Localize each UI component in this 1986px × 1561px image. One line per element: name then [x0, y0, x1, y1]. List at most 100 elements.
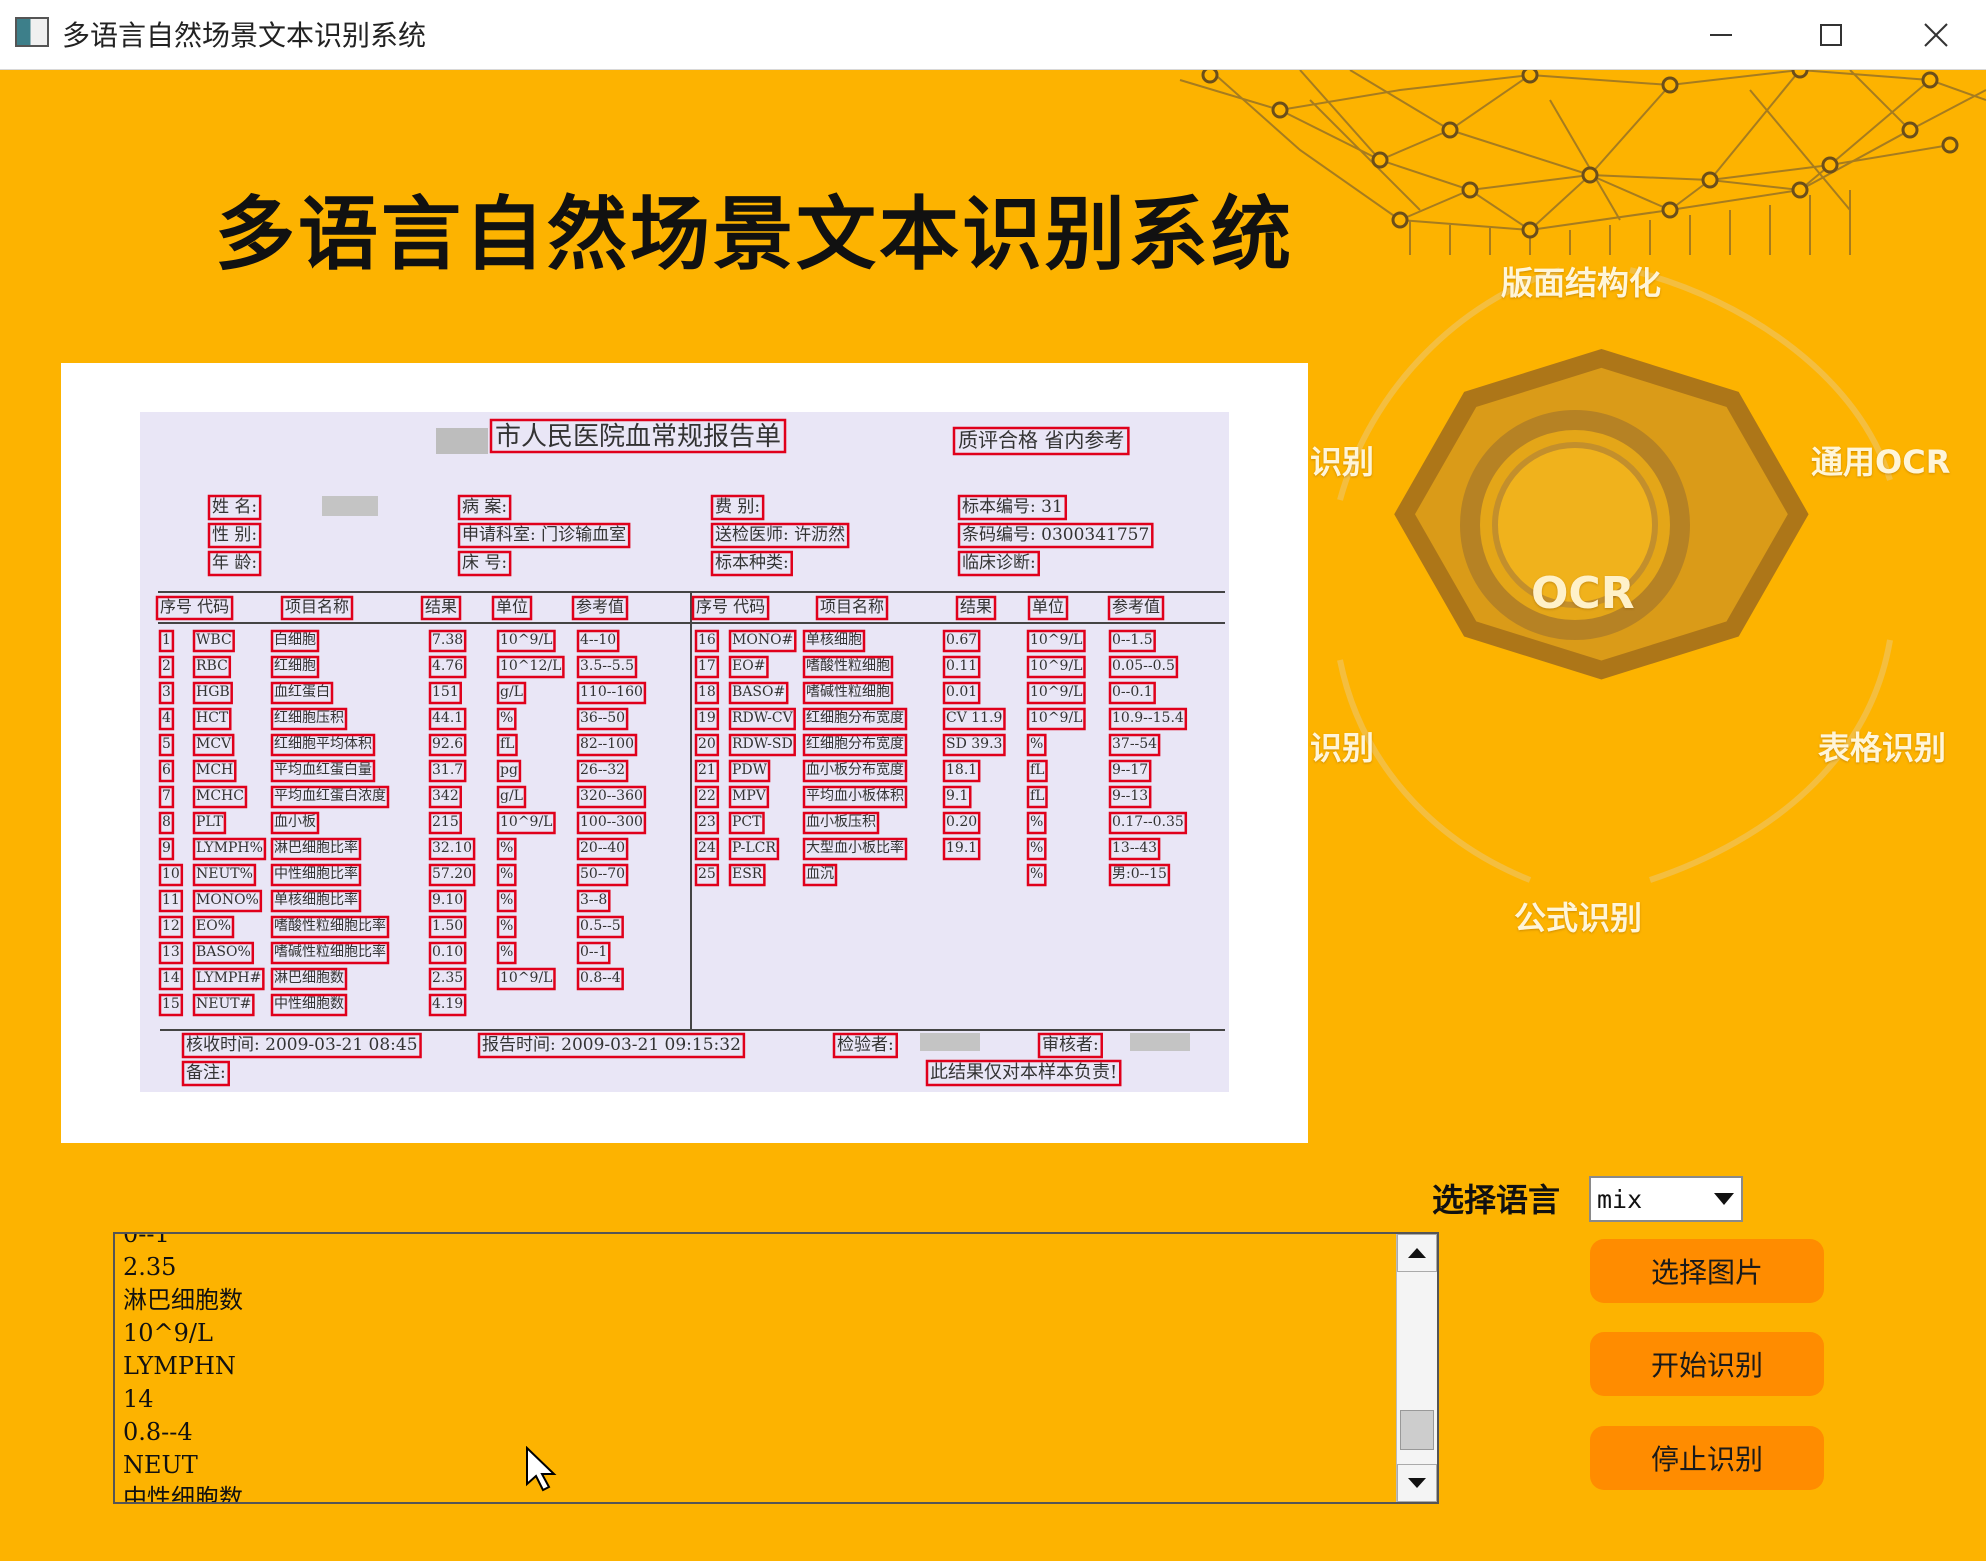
table-cell-text: 6: [162, 762, 171, 778]
table-cell-text: RDW-CV: [732, 710, 794, 726]
table-cell-text: 0.10: [432, 944, 463, 960]
report-footer-text: 报告时间: 2009-03-21 09:15:32: [482, 1035, 741, 1055]
chevron-down-icon[interactable]: [1707, 1178, 1741, 1220]
result-line: 中性细胞数: [123, 1484, 243, 1504]
table-cell-text: 44.1: [432, 710, 463, 726]
result-line: 0.8--4: [123, 1418, 193, 1446]
report-info-cell-text: 送检医师: 许沥然: [715, 525, 845, 545]
table-cell-text: P-LCR: [732, 840, 776, 856]
table-cell-text: 10^9/L: [1030, 632, 1082, 648]
table-cell-text: 嗜酸性粒细胞: [806, 658, 890, 674]
table-header: 结果: [955, 595, 997, 621]
report-disclaimer: 此结果仅对本样本负责!: [925, 1059, 1122, 1087]
table-cell-text: 26--32: [580, 762, 625, 778]
table-header: 项目名称: [815, 595, 889, 621]
report-footer: 报告时间: 2009-03-21 09:15:32: [477, 1032, 746, 1059]
table-cell-text: 36--50: [580, 710, 625, 726]
table-header: 参考值: [571, 595, 629, 621]
table-cell-text: RDW-SD: [732, 736, 793, 752]
table-cell-text: %: [500, 892, 513, 908]
maximize-button[interactable]: [1776, 0, 1886, 69]
app-icon: [15, 17, 49, 47]
table-cell-text: %: [1030, 814, 1043, 830]
report-info-cell-text: 标本编号: 31: [962, 497, 1063, 517]
table-cell-text: 20--40: [580, 840, 625, 856]
close-button[interactable]: [1886, 0, 1986, 69]
table-cell-text: HGB: [196, 684, 230, 700]
report-title: 市人民医院血常规报告单: [489, 418, 787, 454]
table-cell-text: 10^9/L: [500, 632, 552, 648]
table-cell-text: 4.19: [432, 996, 463, 1012]
table-cell-text: 110--160: [580, 684, 643, 700]
table-cell-text: 平均血小板体积: [806, 788, 904, 804]
table-header-text: 项目名称: [820, 597, 884, 616]
result-line: NEUT: [123, 1451, 198, 1479]
stop-recognition-button[interactable]: 停止识别: [1590, 1426, 1824, 1490]
table-cell-text: 红细胞分布宽度: [806, 735, 904, 752]
table-cell-text: 淋巴细胞数: [274, 970, 344, 986]
table-cell-text: 10: [162, 866, 180, 882]
table-cell-text: 3--8: [580, 892, 607, 908]
table-cell-text: g/L: [500, 788, 523, 804]
report-info-cell: 床 号:: [457, 550, 512, 577]
report-title-text: 市人民医院血常规报告单: [495, 422, 781, 452]
table-cell-text: 10^9/L: [500, 970, 552, 986]
result-text-area[interactable]: 0--1 2.35 淋巴细胞数 10^9/L LYMPHN 14 0.8--4 NEUT 中性细…: [113, 1232, 1439, 1504]
feature-left-bottom: 识别: [1310, 729, 1375, 767]
table-cell-text: 2: [162, 658, 171, 674]
table-cell-text: 0.01: [946, 684, 977, 700]
scroll-up-button[interactable]: [1397, 1234, 1437, 1272]
table-cell-text: 50--70: [580, 866, 625, 882]
report-info-cell: 临床诊断:: [957, 550, 1040, 577]
table-header-text: 结果: [425, 597, 457, 616]
table-cell-text: MPV: [732, 788, 767, 804]
table-cell-text: 0.8--4: [580, 970, 621, 986]
report-info-cell: 费 别:: [710, 494, 765, 521]
minimize-button[interactable]: [1666, 0, 1776, 69]
table-cell-text: MONO%: [196, 892, 259, 908]
table-cell-text: 22: [698, 788, 716, 804]
table-cell-text: %: [1030, 840, 1043, 856]
table-cell-text: 4: [162, 710, 171, 726]
ocr-hexagon-decoration: [1337, 267, 1893, 883]
report-info-cell: 条码编号: 0300341757: [957, 522, 1154, 549]
report-info-cell-text: 标本种类:: [715, 553, 789, 573]
scroll-down-button[interactable]: [1397, 1464, 1437, 1502]
app-banner-title: 多语言自然场景文本识别系统: [215, 188, 1294, 281]
table-cell-text: 21: [698, 762, 716, 778]
table-cell-text: RBC: [196, 658, 228, 674]
table-cell-text: pg: [500, 762, 518, 778]
table-cell-text: fL: [1030, 788, 1044, 804]
select-image-button[interactable]: 选择图片: [1590, 1239, 1824, 1303]
table-cell-text: LYMPH%: [196, 840, 263, 856]
table-cell-text: LYMPH#: [196, 970, 261, 986]
table-cell-text: 19: [698, 710, 716, 726]
table-cell-text: 平均血红蛋白浓度: [274, 788, 386, 804]
report-quality: 质评合格 省内参考: [952, 426, 1130, 456]
language-label: 选择语言: [1432, 1181, 1561, 1219]
table-cell-text: 9.1: [946, 788, 968, 804]
scrollbar-thumb[interactable]: [1400, 1410, 1434, 1450]
table-cell-text: 淋巴细胞比率: [274, 839, 358, 856]
table-cell-text: 14: [162, 970, 180, 986]
table-cell-text: 23: [698, 814, 716, 830]
report-info-cell: 申请科室: 门诊输血室: [457, 522, 631, 549]
table-cell-text: fL: [1030, 762, 1044, 778]
table-cell-text: 100--300: [580, 814, 643, 830]
report-info-cell-text: 临床诊断:: [962, 553, 1036, 573]
report-info-cell-text: 性 别:: [212, 525, 257, 545]
table-header: 参考值: [1107, 595, 1165, 621]
table-cell-text: MCV: [196, 736, 232, 752]
report-info-cell: 病 案:: [457, 494, 512, 521]
table-cell-text: BASO%: [196, 944, 251, 960]
table-cell-text: 320--360: [580, 788, 643, 804]
vertical-scrollbar[interactable]: [1396, 1234, 1437, 1502]
table-cell-text: 4.76: [432, 658, 463, 674]
table-header: 结果: [420, 595, 462, 621]
table-cell-text: 24: [698, 840, 716, 856]
start-recognition-button[interactable]: 开始识别: [1590, 1332, 1824, 1396]
table-cell-text: 大型血小板比率: [806, 839, 904, 856]
table-cell-text: HCT: [196, 710, 229, 726]
window-title: 多语言自然场景文本识别系统: [62, 19, 427, 52]
language-select[interactable]: mix: [1589, 1176, 1743, 1222]
